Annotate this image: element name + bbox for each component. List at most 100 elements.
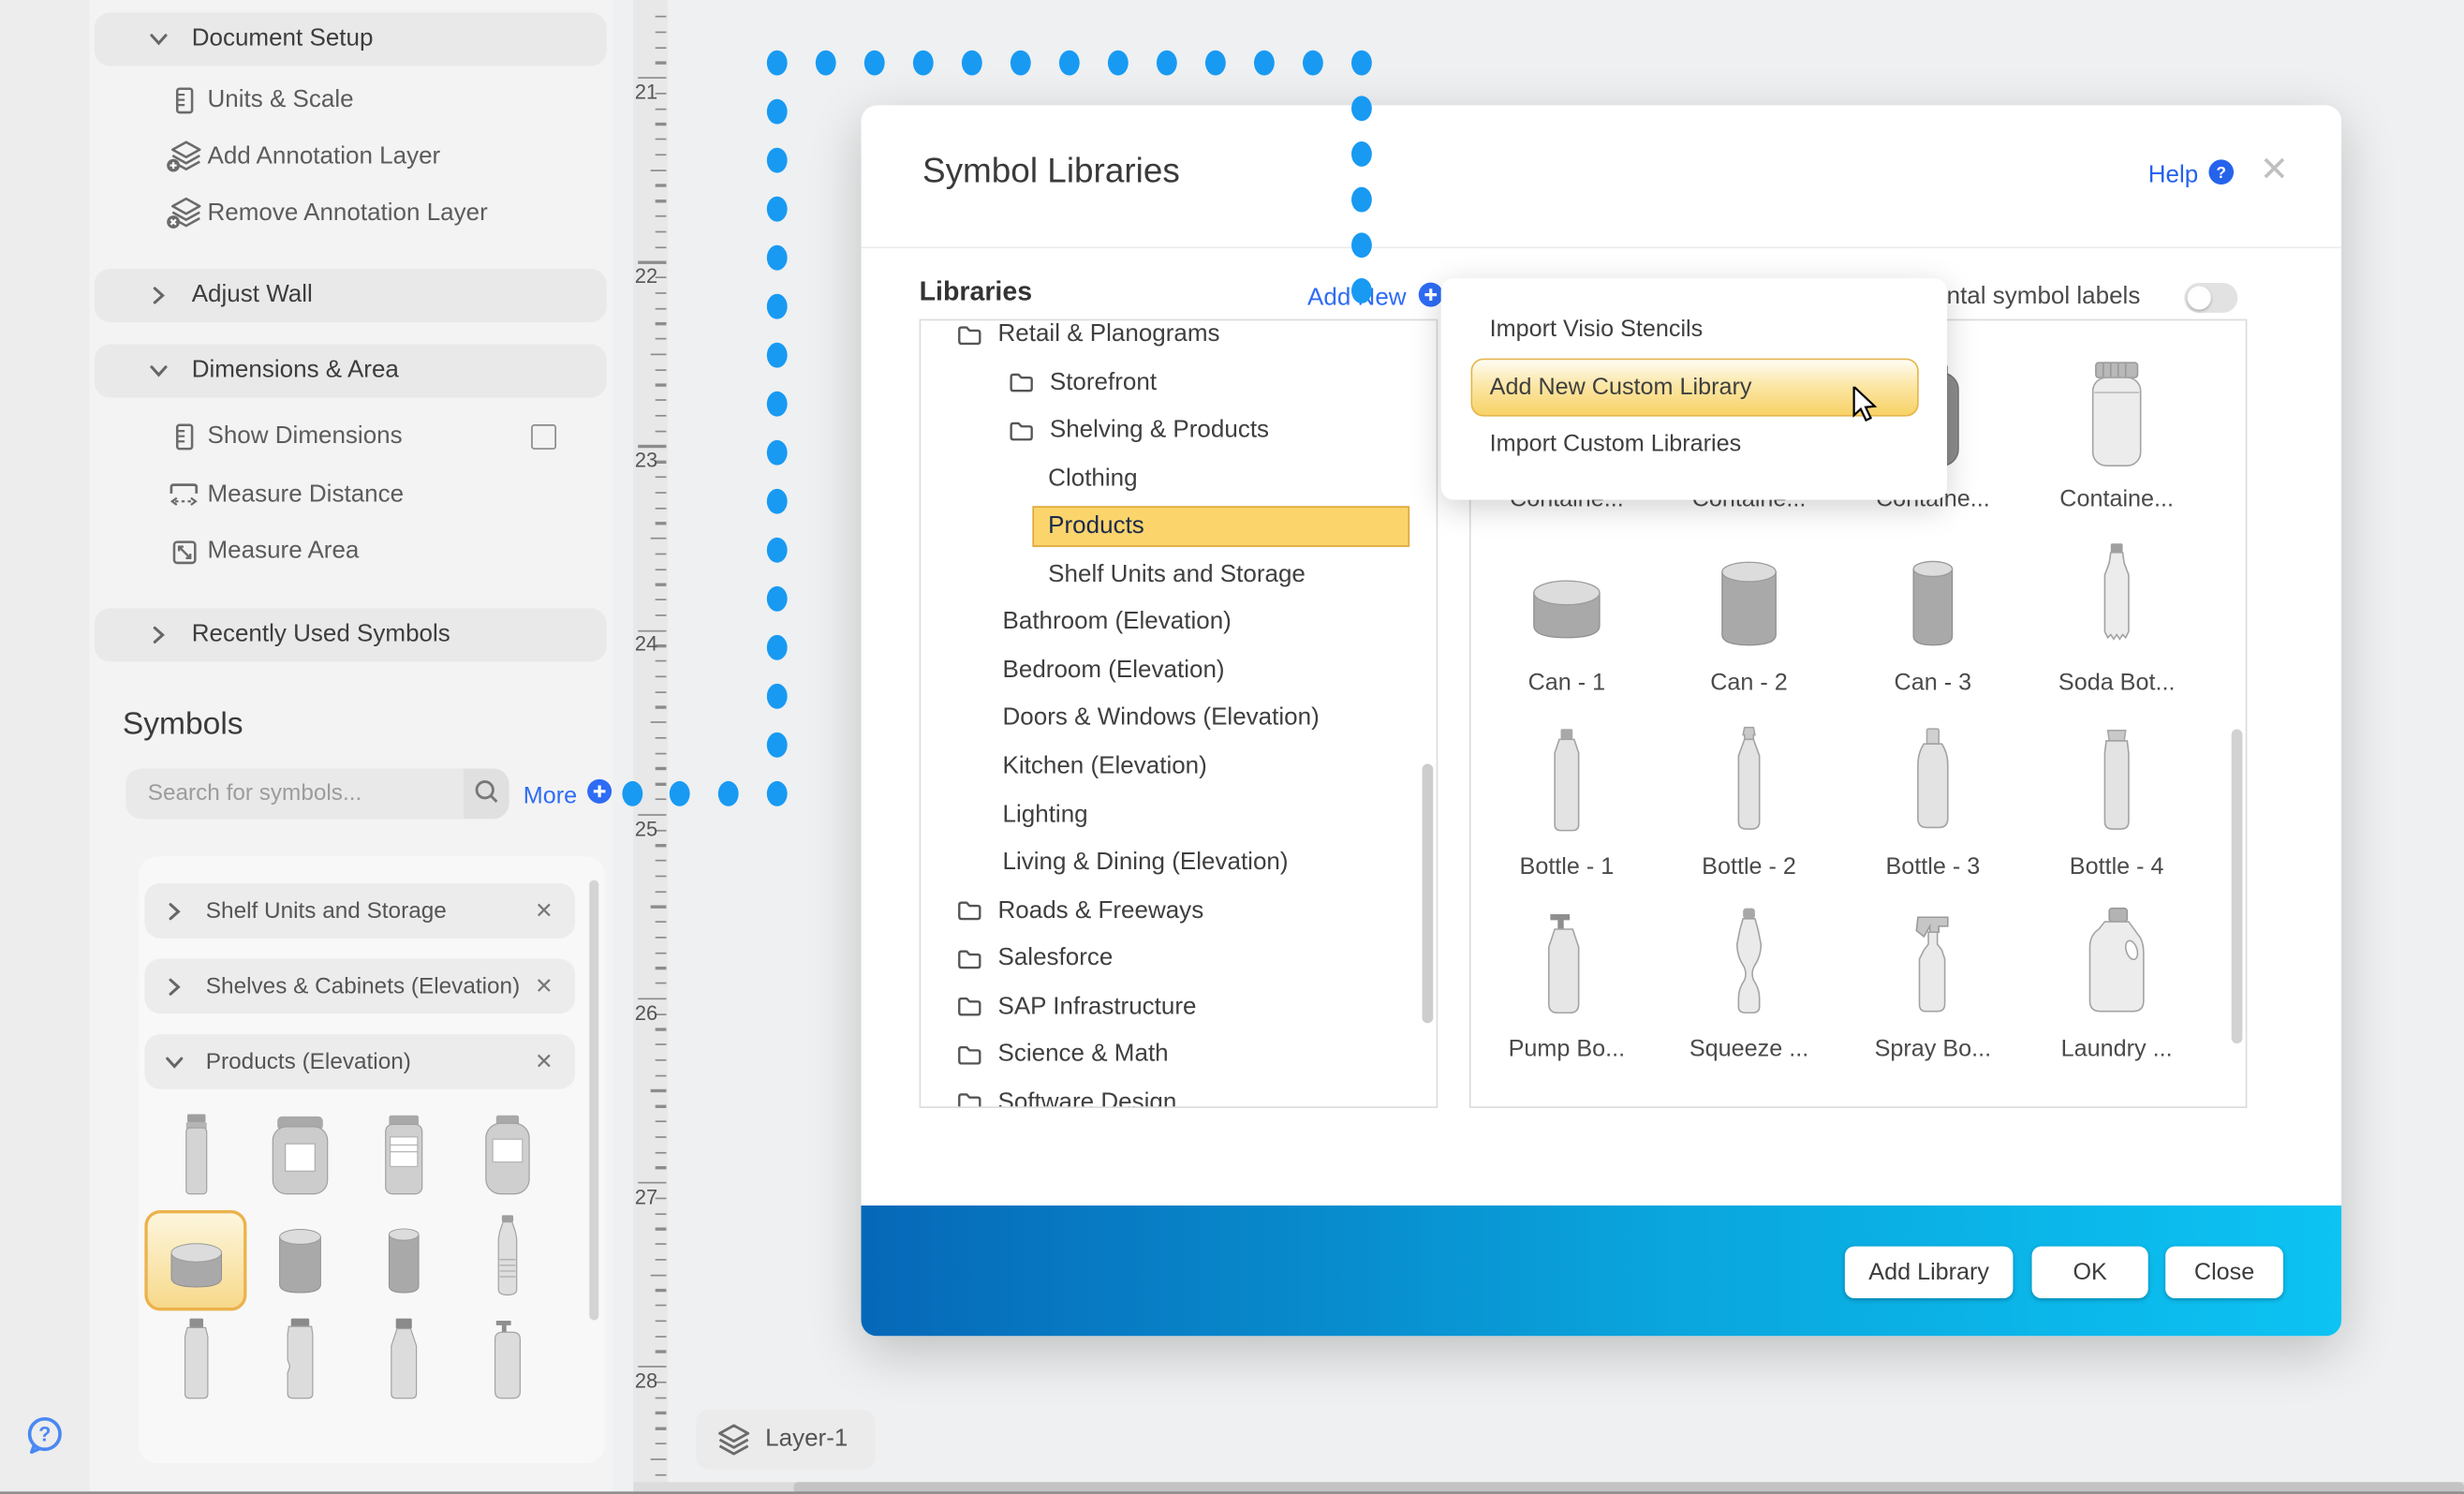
library-symbol-bottle-3[interactable]: Bottle - 3 [1845, 704, 2021, 882]
product-symbol-labeled-jar[interactable] [352, 1108, 454, 1208]
tree-item-shelving-products[interactable]: Shelving & Products [921, 411, 1433, 451]
marquee-dot [766, 781, 787, 806]
tree-item-clothing[interactable]: Clothing [921, 459, 1433, 498]
folder-icon [955, 1091, 983, 1108]
sidebar-section-recently-used-symbols[interactable]: Recently Used Symbols [95, 608, 607, 661]
add-new-link[interactable]: Add New [1307, 281, 1444, 316]
tree-scrollbar-thumb[interactable] [1423, 763, 1434, 1023]
product-symbol-shampoo-bottle[interactable] [248, 1312, 350, 1413]
product-symbol-tube-bottle[interactable] [144, 1108, 246, 1208]
library-symbol-spray-bo-[interactable]: Spray Bo... [1845, 886, 2021, 1064]
sidebar-item-measure-distance[interactable]: Measure Distance [95, 466, 607, 523]
tree-item-sap-infrastructure[interactable]: SAP Infrastructure [921, 987, 1433, 1027]
chevron-right-icon [164, 977, 185, 996]
sidebar-section-adjust-wall[interactable]: Adjust Wall [95, 269, 607, 322]
sidebar-item-show-dimensions[interactable]: Show Dimensions [95, 408, 607, 465]
library-symbol-bottle-4[interactable]: Bottle - 4 [2029, 704, 2205, 882]
tree-item-bedroom-elevation-[interactable]: Bedroom (Elevation) [921, 651, 1433, 690]
library-symbol-squeeze-[interactable]: Squeeze ... [1661, 886, 1837, 1064]
close-icon[interactable]: ✕ [2260, 149, 2289, 190]
product-symbol-round-jar[interactable] [456, 1108, 558, 1208]
library-symbol-laundry-[interactable]: Laundry ... [2029, 886, 2205, 1064]
tree-item-products[interactable]: Products [921, 507, 1433, 546]
sidebar-item-add-annotation-layer[interactable]: Add Annotation Layer [95, 129, 607, 185]
soda-bottle-icon [2029, 520, 2205, 658]
ruler-tick [656, 706, 667, 708]
library-symbol-can-3[interactable]: Can - 3 [1845, 520, 2021, 698]
remove-group-icon[interactable]: ✕ [535, 897, 553, 925]
bottle-taper-icon [1661, 704, 1837, 843]
product-symbol-pump-dispenser[interactable] [456, 1312, 558, 1413]
menu-item-import-custom-libraries[interactable]: Import Custom Libraries [1490, 430, 1742, 457]
group-label: Products (Elevation) [206, 1049, 535, 1074]
help-link[interactable]: Help ? [2148, 158, 2235, 193]
symbol-label: Soda Bot... [2029, 670, 2205, 697]
marquee-dot [912, 51, 933, 76]
symbol-group-shelves-cabinets-elevation-[interactable]: Shelves & Cabinets (Elevation)✕ [144, 959, 575, 1014]
symbol-labels-toggle[interactable] [2184, 283, 2237, 313]
library-symbol-bottle-1[interactable]: Bottle - 1 [1479, 704, 1655, 882]
product-symbol-shoulder-bottle[interactable] [352, 1312, 454, 1413]
library-symbol-can-1[interactable]: Can - 1 [1479, 520, 1655, 698]
tree-item-salesforce[interactable]: Salesforce [921, 939, 1433, 979]
product-symbol-can-low[interactable] [144, 1210, 246, 1310]
more-symbols-link[interactable]: More [524, 778, 613, 813]
product-symbol-can-tall[interactable] [248, 1210, 350, 1310]
library-symbol-soda-bot-[interactable]: Soda Bot... [2029, 520, 2205, 698]
tree-item-retail-planograms[interactable]: Retail & Planograms [921, 319, 1433, 355]
layer-tab[interactable]: Layer-1 [696, 1410, 875, 1470]
tree-item-software-design[interactable]: Software Design [921, 1084, 1433, 1108]
tree-item-roads-freeways[interactable]: Roads & Freeways [921, 892, 1433, 931]
product-symbol-can-slim[interactable] [352, 1210, 454, 1310]
libraries-heading: Libraries [920, 276, 1032, 308]
sidebar-section-document-setup[interactable]: Document Setup [95, 12, 607, 66]
tree-item-kitchen-elevation-[interactable]: Kitchen (Elevation) [921, 747, 1433, 787]
ok-button[interactable]: OK [2032, 1247, 2148, 1298]
ruler-tick [656, 675, 667, 677]
product-symbol-flip-cap-bottle[interactable] [144, 1312, 246, 1413]
close-button[interactable]: Close [2165, 1247, 2283, 1298]
sidebar-item-remove-annotation-layer[interactable]: Remove Annotation Layer [95, 185, 607, 242]
sidebar-item-measure-area[interactable]: Measure Area [95, 524, 607, 580]
menu-item-import-visio-stencils[interactable]: Import Visio Stencils [1490, 316, 1704, 343]
menu-item-add-new-custom-library[interactable]: Add New Custom Library [1490, 374, 1752, 401]
tree-item-bathroom-elevation-[interactable]: Bathroom (Elevation) [921, 603, 1433, 643]
ruler-tick [656, 1320, 667, 1322]
product-symbol-wide-jar[interactable] [248, 1108, 350, 1208]
library-symbol-containe-[interactable]: Containe... [2029, 336, 2205, 514]
ruler-number: 28 [635, 1369, 657, 1393]
help-bubble-icon[interactable]: ? [23, 1414, 66, 1465]
preview-scrollbar-thumb[interactable] [2232, 730, 2243, 1044]
sidebar-section-dimensions-area[interactable]: Dimensions & Area [95, 344, 607, 397]
symbol-group-products-elevation-[interactable]: Products (Elevation)✕ [144, 1034, 575, 1089]
ruler-tick [656, 215, 667, 217]
symbol-label: Bottle - 4 [2029, 853, 2205, 880]
search-button[interactable] [464, 769, 509, 820]
remove-group-icon[interactable]: ✕ [535, 1048, 553, 1075]
item-label: Add Annotation Layer [207, 143, 440, 171]
tree-item-storefront[interactable]: Storefront [921, 363, 1433, 403]
ruler-tick [656, 584, 667, 585]
tree-item-lighting[interactable]: Lighting [921, 795, 1433, 835]
tree-item-living-dining-elevation-[interactable]: Living & Dining (Elevation) [921, 843, 1433, 882]
library-symbol-pump-bo-[interactable]: Pump Bo... [1479, 886, 1655, 1064]
remove-group-icon[interactable]: ✕ [535, 973, 553, 1000]
symbol-search-input[interactable] [125, 769, 464, 820]
ruler-tick [656, 1228, 667, 1230]
add-library-button[interactable]: Add Library [1845, 1247, 2014, 1298]
show-dimensions-checkbox[interactable] [531, 424, 556, 450]
ruler-number: 24 [635, 632, 657, 656]
tree-item-shelf-units-and-storage[interactable]: Shelf Units and Storage [921, 555, 1433, 595]
search-icon [473, 778, 500, 810]
ruler-number: 21 [635, 81, 657, 104]
symbol-card-scrollbar[interactable] [589, 880, 598, 1321]
sidebar-item-units-scale[interactable]: Units & Scale [95, 72, 607, 128]
tree-item-science-math[interactable]: Science & Math [921, 1035, 1433, 1074]
tree-item-doors-windows-elevation-[interactable]: Doors & Windows (Elevation) [921, 699, 1433, 738]
symbol-group-shelf-units-and-storage[interactable]: Shelf Units and Storage✕ [144, 883, 575, 939]
library-symbol-can-2[interactable]: Can - 2 [1661, 520, 1837, 698]
item-label: Show Dimensions [207, 422, 402, 451]
product-symbol-water-bottle[interactable] [456, 1210, 558, 1310]
library-symbol-bottle-2[interactable]: Bottle - 2 [1661, 704, 1837, 882]
round-jar-icon [472, 1109, 541, 1208]
